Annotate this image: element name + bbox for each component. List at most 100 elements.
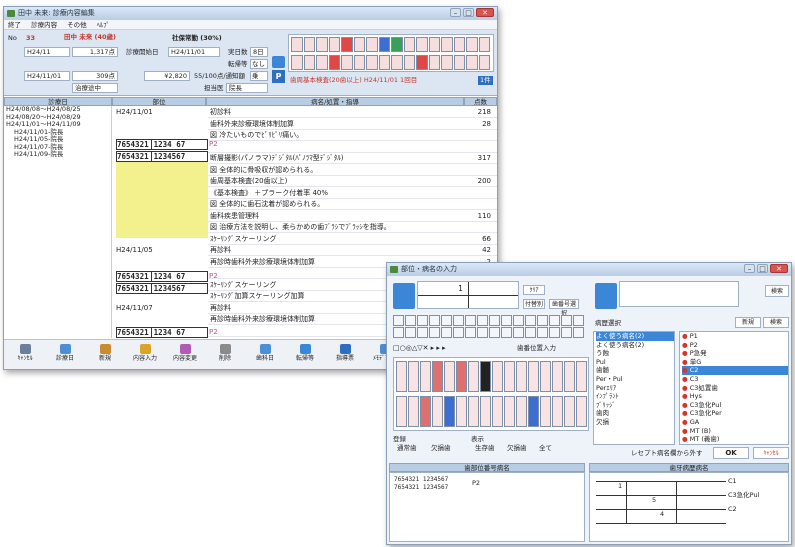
tooth[interactable] bbox=[573, 327, 584, 338]
tooth[interactable] bbox=[441, 327, 452, 338]
toolbar-button[interactable]: 指導票 bbox=[328, 342, 362, 363]
tooth[interactable] bbox=[432, 396, 443, 427]
tooth[interactable] bbox=[417, 327, 428, 338]
tooth[interactable] bbox=[468, 396, 479, 427]
tooth[interactable] bbox=[316, 55, 328, 70]
tooth[interactable] bbox=[552, 396, 563, 427]
tooth[interactable] bbox=[378, 55, 390, 70]
tooth[interactable] bbox=[366, 55, 378, 70]
category-item[interactable]: Perｴﾘｱ bbox=[596, 384, 674, 393]
tooth[interactable] bbox=[466, 55, 478, 70]
dlg-close-button[interactable]: ✕ bbox=[770, 264, 788, 273]
tooth[interactable] bbox=[408, 361, 419, 392]
menu-content[interactable]: 診療内容 bbox=[31, 21, 57, 29]
category-list[interactable]: よく使う病名(2) よく使う病名(2) う蝕 Pul 歯髄 Per・Pul Perｴﾘｱ ｲﾝ… bbox=[593, 331, 675, 445]
disease-item[interactable]: ● C3急化Per bbox=[682, 409, 788, 418]
tooth[interactable] bbox=[393, 327, 404, 338]
disease-item[interactable]: ● P1 bbox=[682, 332, 788, 341]
tooth[interactable] bbox=[393, 315, 404, 326]
category-item[interactable]: 欠損 bbox=[596, 418, 674, 427]
tooth-code-box[interactable]: 7654321 1234567 bbox=[116, 283, 208, 294]
disease-item[interactable]: ● MT (B) bbox=[682, 427, 788, 436]
tooth[interactable] bbox=[428, 37, 440, 52]
tooth[interactable] bbox=[516, 396, 527, 427]
category-item[interactable]: 歯髄 bbox=[596, 366, 674, 375]
tooth[interactable] bbox=[513, 327, 524, 338]
toolbar-button[interactable]: 転帰等 bbox=[288, 342, 322, 363]
tooth[interactable] bbox=[378, 37, 390, 52]
category-item[interactable]: Per・Pul bbox=[596, 375, 674, 384]
disease-item[interactable]: ● P急発 bbox=[682, 349, 788, 358]
tooth[interactable] bbox=[391, 55, 403, 70]
tooth[interactable] bbox=[501, 327, 512, 338]
category-item[interactable]: ﾌﾞﾘｯｼﾞ bbox=[596, 401, 674, 410]
disease-history-check[interactable]: 病歴選択 bbox=[595, 319, 621, 328]
input-check[interactable]: 歯番位置入力 bbox=[517, 344, 556, 353]
disease-item[interactable]: ● P2 bbox=[682, 341, 788, 350]
tooth[interactable] bbox=[468, 361, 479, 392]
tooth[interactable] bbox=[513, 315, 524, 326]
tooth[interactable] bbox=[453, 315, 464, 326]
receipt-check[interactable]: レセプト病名欄から外す bbox=[631, 449, 703, 458]
tooth[interactable] bbox=[428, 55, 440, 70]
tooth[interactable] bbox=[429, 315, 440, 326]
search-button[interactable]: 検索 bbox=[765, 285, 789, 297]
tooth[interactable] bbox=[408, 396, 419, 427]
tooth[interactable] bbox=[561, 327, 572, 338]
reassign-button[interactable]: 付替別 bbox=[523, 299, 545, 309]
tooth-code-box[interactable]: 7654321 1234 67 bbox=[116, 327, 208, 338]
tooth[interactable] bbox=[396, 361, 407, 392]
tooth[interactable] bbox=[492, 396, 503, 427]
toolbar-button[interactable]: 歯科日 bbox=[248, 342, 282, 363]
w-button[interactable] bbox=[272, 56, 285, 68]
tooth[interactable] bbox=[405, 315, 416, 326]
tooth[interactable] bbox=[477, 315, 488, 326]
menu-other[interactable]: その他 bbox=[67, 21, 87, 29]
tooth-number-grid[interactable]: 1 bbox=[417, 281, 519, 309]
disease-item[interactable]: ● MT (義歯) bbox=[682, 435, 788, 444]
new-button[interactable]: 新規 bbox=[735, 317, 761, 328]
tooth[interactable] bbox=[564, 361, 575, 392]
tooth[interactable] bbox=[303, 55, 315, 70]
tooth-icon-btn[interactable] bbox=[393, 283, 415, 309]
tooth[interactable] bbox=[480, 361, 491, 392]
tooth[interactable] bbox=[489, 315, 500, 326]
tooth[interactable] bbox=[552, 361, 563, 392]
tooth[interactable] bbox=[432, 361, 443, 392]
disease-item[interactable]: ● C3 bbox=[682, 375, 788, 384]
tooth[interactable] bbox=[341, 37, 353, 52]
tooth[interactable] bbox=[492, 361, 503, 392]
tooth[interactable] bbox=[453, 55, 465, 70]
tooth[interactable] bbox=[573, 315, 584, 326]
tooth-code-box[interactable]: 7654321 1234567 bbox=[116, 151, 208, 162]
tooth[interactable] bbox=[391, 37, 403, 52]
disease-item[interactable]: ● C2 bbox=[682, 366, 788, 375]
category-item[interactable]: ｲﾝﾌﾟﾗﾝﾄ bbox=[596, 392, 674, 401]
tooth[interactable] bbox=[537, 315, 548, 326]
tooth[interactable] bbox=[537, 327, 548, 338]
tooth[interactable] bbox=[528, 361, 539, 392]
tooth[interactable] bbox=[478, 55, 490, 70]
disease-icon-btn[interactable] bbox=[595, 283, 617, 309]
tooth[interactable] bbox=[525, 327, 536, 338]
maximize-button[interactable]: □ bbox=[463, 8, 474, 17]
tooth-select-button[interactable]: 歯番号選択 bbox=[549, 299, 579, 317]
disease-list[interactable]: ● P1 ● P2 ● P急発 ● 単G ● C2 ● C3 ● C3処置歯 ● Hys ● C… bbox=[679, 331, 789, 445]
tooth[interactable] bbox=[465, 327, 476, 338]
tooth[interactable] bbox=[444, 396, 455, 427]
tooth[interactable] bbox=[341, 55, 353, 70]
tooth[interactable] bbox=[540, 396, 551, 427]
tooth[interactable] bbox=[489, 327, 500, 338]
tooth[interactable] bbox=[480, 396, 491, 427]
ok-button[interactable]: OK bbox=[713, 447, 749, 459]
disease-input[interactable] bbox=[619, 281, 739, 307]
group1-opt2[interactable]: 欠損歯 bbox=[431, 444, 451, 453]
tooth[interactable] bbox=[456, 396, 467, 427]
tooth[interactable] bbox=[453, 37, 465, 52]
tooth[interactable] bbox=[441, 37, 453, 52]
tooth[interactable] bbox=[441, 55, 453, 70]
tooth[interactable] bbox=[478, 37, 490, 52]
cancel-button[interactable]: ｷｬﾝｾﾙ bbox=[753, 447, 789, 459]
shape-symbols[interactable]: □○◎△▽✕ ▸ ▸ ▸ bbox=[393, 344, 446, 352]
category-item[interactable]: Pul bbox=[596, 358, 674, 367]
